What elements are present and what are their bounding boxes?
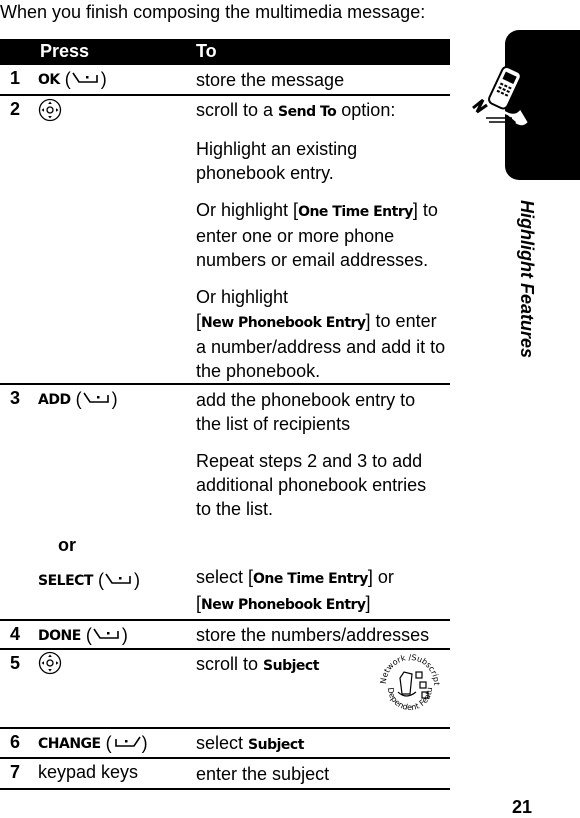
keyword: Subject: [248, 737, 304, 753]
key-label: OK: [38, 72, 60, 88]
to-text: Highlight an existing phonebook entry.: [196, 139, 358, 183]
network-subscription-badge: Network /Subscription Dependent Feature: [375, 645, 442, 721]
to-text: Or highlight [One Time Entry] to enter o…: [196, 200, 438, 270]
step-number: 5: [10, 653, 21, 673]
phone-figure-icon: [397, 671, 429, 699]
intro-text: When you finish composing the multimedia…: [0, 2, 426, 22]
keyword: New Phonebook Entry: [201, 315, 366, 331]
badge-top-text: Network /Subscription: [375, 645, 441, 685]
header-press: Press: [40, 41, 90, 61]
to-text: Or highlight [New Phonebook Entry] to ent…: [196, 287, 446, 381]
press-cell: OK (): [38, 68, 107, 90]
left-soft-key-icon: (): [75, 388, 118, 409]
table-row: 2 scroll to a Send To option: Highlight …: [0, 96, 450, 385]
step-number: 2: [10, 99, 21, 119]
key-label: CHANGE: [38, 736, 101, 752]
step-number: 4: [10, 624, 21, 644]
press-cell: SELECT (): [38, 569, 140, 591]
left-soft-key-icon: (): [64, 68, 107, 89]
table-row: 3 ADD () or SELECT () add the phonebook …: [0, 385, 450, 621]
table-row: 6 CHANGE () select Subject: [0, 729, 450, 759]
keyword: One Time Entry: [253, 571, 368, 587]
table-row: 4 DONE () store the numbers/addresses: [0, 621, 450, 650]
header-to: To: [196, 41, 217, 61]
keyword: Subject: [263, 658, 319, 674]
press-cell: DONE (): [38, 624, 128, 646]
to-cell: select Subject: [196, 729, 450, 757]
keyword: One Time Entry: [298, 204, 413, 220]
to-cell: enter the subject: [196, 759, 450, 786]
to-text: Repeat steps 2 and 3 to add additional p…: [196, 451, 427, 519]
page-number: 21: [512, 797, 533, 817]
to-cell: scroll to a Send To option: Highlight an…: [196, 96, 450, 383]
to-text: store the message: [196, 70, 345, 90]
right-soft-key-icon: (): [105, 732, 148, 753]
press-cell: CHANGE (): [38, 732, 148, 754]
key-label: SELECT: [38, 573, 93, 589]
nav-key-icon: [38, 651, 62, 680]
left-soft-key-icon: (): [85, 624, 128, 645]
table-row: 7 keypad keys enter the subject: [0, 759, 450, 790]
press-cell: ADD (): [38, 388, 118, 410]
to-cell: add the phonebook entry to the list of r…: [196, 385, 450, 617]
left-soft-key-icon: (): [97, 569, 140, 590]
to-text: select Subject: [196, 733, 304, 753]
or-label: or: [58, 535, 76, 555]
to-text: add the phonebook entry to the list of r…: [196, 390, 416, 434]
keyword: New Phonebook Entry: [201, 597, 366, 613]
table-header: Press To: [0, 39, 450, 65]
to-text: scroll to a Send To option:: [196, 100, 396, 120]
step-number: 6: [10, 732, 21, 752]
step-number: 1: [10, 68, 21, 88]
table-row: 1 OK () store the message: [0, 65, 450, 96]
to-cell: store the numbers/addresses: [196, 621, 450, 647]
keyword: Send To: [278, 104, 337, 120]
section-title: Highlight Features: [517, 200, 537, 359]
key-label: DONE: [38, 628, 81, 644]
key-label: ADD: [38, 392, 71, 408]
step-number: 7: [10, 762, 21, 782]
to-text: enter the subject: [196, 764, 330, 784]
nav-key-icon: [38, 98, 62, 127]
to-text: scroll to Subject: [196, 654, 319, 674]
step-number: 3: [10, 388, 21, 408]
to-text: select [One Time Entry] or [New Phonebook…: [196, 567, 394, 613]
to-cell: store the message: [196, 65, 450, 92]
running-phone-icon: [470, 60, 540, 145]
svg-text:Network /Subscription: Network /Subscription: [378, 652, 441, 685]
to-text: store the numbers/addresses: [196, 625, 430, 645]
press-cell: keypad keys: [38, 762, 139, 782]
